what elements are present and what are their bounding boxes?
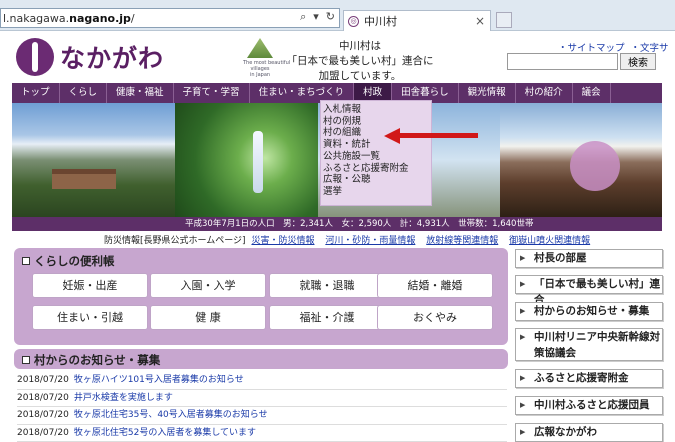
sidebar-item-label: 中川村リニア中央新幹線対策協議会 [534, 331, 660, 359]
list-item: 2018/07/20 牧ヶ原北住宅35号、40号入居者募集のお知らせ [17, 407, 507, 425]
message-line-2: 「日本で最も美しい村」連合に [280, 54, 440, 69]
news-list: 2018/07/20 牧ヶ原ハイツ101号入居者募集のお知らせ 2018/07/2… [17, 372, 507, 442]
news-title: 村からのお知らせ・募集 [22, 352, 160, 368]
address-suffix: / [131, 12, 135, 25]
address-domain: nagano.jp [69, 12, 131, 25]
disaster-link-hoshasen[interactable]: 放射線等関連情報 [426, 236, 498, 246]
kurashi-button-kenko[interactable]: 健 康 [150, 305, 266, 330]
sidebar-item-koho[interactable]: 広報なかがわ [515, 423, 663, 442]
news-link[interactable]: 牧ヶ原北住宅35号、40号入居者募集のお知らせ [74, 410, 268, 420]
disaster-info-label: 防災情報[長野県公式ホームページ] [104, 236, 246, 246]
disaster-link-ontake[interactable]: 御嶽山噴火関連情報 [509, 236, 590, 246]
beautiful-villages-logo[interactable]: The most beautiful villages in Japan [243, 38, 277, 78]
address-prefix: l.nakagawa. [3, 12, 69, 25]
kurashi-button-okuyami[interactable]: おくやみ [377, 305, 493, 330]
kurashi-button-kekkon[interactable]: 結婚・離婚 [377, 273, 493, 298]
disaster-link-kasen[interactable]: 河川・砂防・雨量情報 [325, 236, 415, 246]
checkbox-icon [22, 257, 30, 265]
message-line-3: 加盟しています。 [280, 69, 440, 84]
browser-tab[interactable]: ◎ 中川村 × [343, 10, 491, 31]
hero-photo-blossom [500, 103, 662, 217]
kurashi-button-ninshin[interactable]: 妊娠・出産 [32, 273, 148, 298]
news-link[interactable]: 牧ヶ原北住宅52号の入居者を募集しています [74, 428, 256, 438]
message-line-1: 中川村は [280, 39, 440, 54]
kurashi-button-nyuen[interactable]: 入園・入学 [150, 273, 266, 298]
list-item: 2018/07/20 井戸水検査を実施します [17, 390, 507, 408]
menu-item-nyusatsu[interactable]: 入札情報 [323, 104, 431, 116]
favicon-icon: ◎ [348, 16, 359, 27]
disaster-info-bar: 防災情報[長野県公式ホームページ] 災害・防災情報 河川・砂防・雨量情報 放射線… [104, 233, 598, 246]
checkbox-icon [22, 356, 30, 364]
village-emblem-icon [16, 38, 54, 76]
kurashi-button-sumai[interactable]: 住まい・引越 [32, 305, 148, 330]
news-link[interactable]: 井戸水検査を実施します [74, 393, 173, 403]
kurashi-title: くらしの便利帳 [22, 253, 115, 269]
tab-title: 中川村 [364, 13, 397, 29]
red-arrow-annotation [384, 131, 478, 141]
site-logo[interactable]: なかがわ [16, 38, 164, 76]
sidebar-item-label: 広報なかがわ [534, 426, 597, 438]
news-link[interactable]: 牧ヶ原ハイツ101号入居者募集のお知らせ [74, 375, 244, 385]
list-item: 2018/07/20 牧ヶ原ハイツ101号入居者募集のお知らせ [17, 372, 507, 390]
sidebar-item-oendan[interactable]: 中川村ふるさと応援団員 [515, 396, 663, 415]
villages-caption: The most beautiful villages in Japan [243, 60, 277, 78]
sidebar-item-label: 村長の部屋 [534, 252, 587, 264]
union-message: 中川村は 「日本で最も美しい村」連合に 加盟しています。 [280, 39, 440, 84]
news-header: 村からのお知らせ・募集 [14, 349, 508, 369]
population-stats-bar: 平成30年7月1日の人口 男：2,341人 女：2,590人 計：4,931人 … [12, 217, 662, 231]
nav-item-top[interactable]: トップ [12, 83, 60, 103]
news-date: 2018/07/20 [17, 410, 69, 420]
search-icon[interactable]: ⌕ [300, 10, 306, 24]
list-item: 2018/07/20 牧ヶ原北住宅52号の入居者を募集しています [17, 425, 507, 442]
sidebar-item-label: ふるさと応援寄附金 [534, 372, 629, 384]
nav-item-shokai[interactable]: 村の紹介 [516, 83, 573, 103]
sidebar-item-label: 村からのお知らせ・募集 [534, 305, 649, 317]
kurashi-button-fukushi[interactable]: 福祉・介護 [269, 305, 385, 330]
menu-item-reiki[interactable]: 村の例規 [323, 116, 431, 128]
news-date: 2018/07/20 [17, 393, 69, 403]
menu-item-furusato[interactable]: ふるさと応援寄附金 [323, 163, 431, 175]
nav-item-kosodate[interactable]: 子育て・学習 [174, 83, 250, 103]
news-date: 2018/07/20 [17, 428, 69, 438]
nav-item-kanko[interactable]: 観光情報 [459, 83, 516, 103]
disaster-link-bousai[interactable]: 災害・防災情報 [251, 236, 314, 246]
logo-text: なかがわ [60, 39, 164, 75]
menu-item-senkyo[interactable]: 選挙 [323, 186, 431, 198]
sidebar-item-label: 中川村ふるさと応援団員 [534, 399, 650, 411]
menu-item-shisetsu[interactable]: 公共施設一覧 [323, 151, 431, 163]
site-search: 検索 [507, 53, 656, 70]
dropdown-icon[interactable]: ▾ [313, 10, 319, 24]
sidebar-item-soncho[interactable]: 村長の部屋 [515, 249, 663, 268]
nav-item-gikai[interactable]: 議会 [573, 83, 611, 103]
menu-item-koho[interactable]: 広報・公聴 [323, 174, 431, 186]
search-button[interactable]: 検索 [620, 53, 656, 70]
sonsei-dropdown-menu: 入札情報 村の例規 村の組織 資料・統計 公共施設一覧 ふるさと応援寄附金 広報… [320, 100, 432, 206]
sidebar-item-linear[interactable]: 中川村リニア中央新幹線対策協議会 [515, 328, 663, 361]
browser-chrome: l.nakagawa.nagano.jp/ ⌕ ▾ ↻ ◎ 中川村 × [0, 0, 675, 31]
refresh-icon[interactable]: ↻ [326, 10, 335, 24]
kurashi-button-shushoku[interactable]: 就職・退職 [269, 273, 385, 298]
hero-photo-waterfall [175, 103, 318, 217]
address-bar[interactable]: l.nakagawa.nagano.jp/ ⌕ ▾ ↻ [0, 8, 340, 28]
close-icon[interactable]: × [475, 14, 485, 28]
sidebar-item-kifukin[interactable]: ふるさと応援寄附金 [515, 369, 663, 388]
nav-item-health[interactable]: 健康・福祉 [107, 83, 174, 103]
search-input[interactable] [507, 53, 618, 70]
sidebar-item-oshirase[interactable]: 村からのお知らせ・募集 [515, 302, 663, 321]
news-date: 2018/07/20 [17, 375, 69, 385]
new-tab-button[interactable] [496, 12, 512, 28]
nav-item-kurashi[interactable]: くらし [60, 83, 108, 103]
kurashi-panel: くらしの便利帳 妊娠・出産 入園・入学 就職・退職 結婚・離婚 住まい・引越 健… [14, 248, 508, 345]
mountain-icon [247, 38, 273, 58]
sidebar-item-union[interactable]: 「日本で最も美しい村」連合 [515, 275, 663, 294]
hero-photo-village [12, 103, 175, 217]
